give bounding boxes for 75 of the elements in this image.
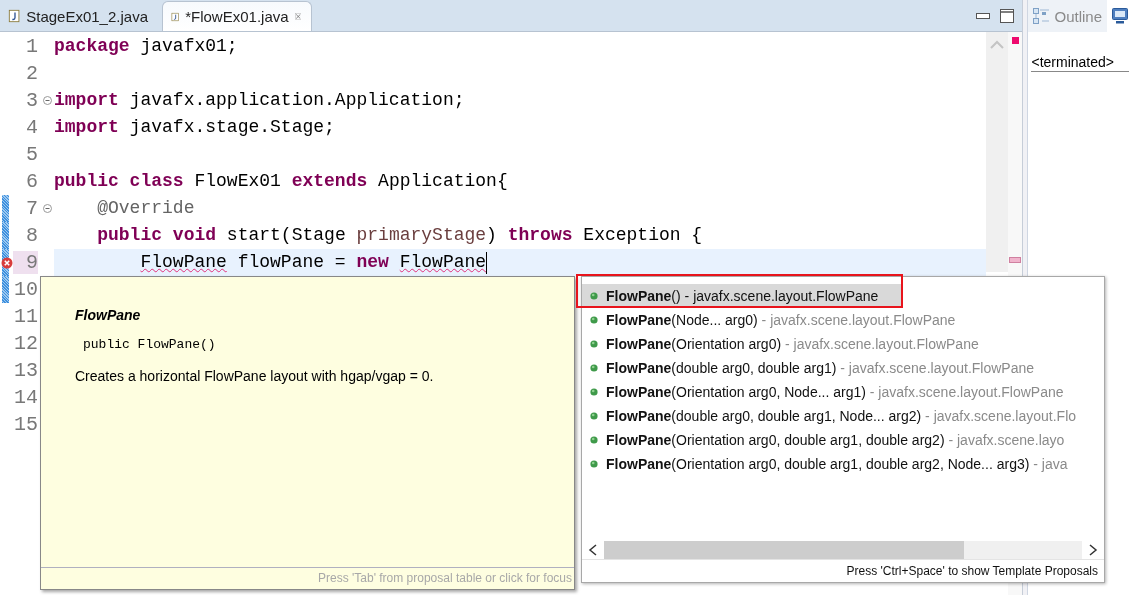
method-icon (590, 364, 598, 372)
code-text: primaryStage (356, 224, 487, 247)
fold-icon[interactable] (42, 96, 52, 105)
editor-tab[interactable]: *FlowEx01.java (162, 1, 312, 31)
line-number: 9 (13, 251, 38, 274)
line-number: 11 (13, 305, 38, 328)
line-number: 12 (13, 332, 38, 355)
proposal-item[interactable]: FlowPane(Node... arg0) - javafx.scene.layout.FlowPane (582, 308, 1104, 332)
line-number: 5 (25, 143, 38, 166)
code-text: public class (54, 170, 184, 193)
code-text: javafx.application.Application; (129, 89, 465, 112)
proposal-item[interactable]: FlowPane(Orientation arg0, Node... arg1) - javafx.scene.layout.FlowPane (582, 380, 1104, 404)
popup-title: FlowPane (75, 307, 142, 323)
method-icon (590, 388, 598, 396)
scrollbar-thumb[interactable] (604, 541, 964, 559)
code-text: FlowPane (399, 251, 487, 274)
maximize-icon[interactable] (1000, 8, 1015, 23)
code-text: flowPane = (237, 251, 347, 274)
code-text: ) (486, 224, 498, 247)
editor-tab[interactable]: StageEx01_2.java (0, 1, 162, 31)
line-number: 3 (25, 89, 38, 112)
minimize-icon[interactable] (976, 11, 991, 20)
proposal-item[interactable]: FlowPane(double arg0, double arg1, Node... arg2) - javafx.scene.layout.Flo (582, 404, 1104, 428)
code-text: javafx.stage.Stage; (129, 116, 335, 139)
line-number: 2 (25, 62, 38, 85)
console-status: <terminated> (1031, 54, 1129, 72)
code-text: Application{ (378, 170, 508, 193)
code-text: extends (291, 170, 368, 193)
popup-hint: Press 'Tab' from proposal table or click for focus (41, 567, 574, 589)
line-number: 14 (13, 386, 38, 409)
error-marker[interactable] (1009, 257, 1022, 263)
code-text: FlowEx01 (194, 170, 282, 193)
method-signature: public FlowPane() (83, 337, 217, 352)
line-number: 15 (13, 413, 38, 436)
code-text: public void (97, 224, 217, 247)
monitor-icon (1112, 8, 1128, 24)
code-text: @Override (97, 197, 195, 220)
code-text: import (54, 89, 119, 112)
java-file-icon (8, 9, 21, 23)
error-indicator (1011, 37, 1019, 44)
code-text: import (54, 116, 119, 139)
popup-hint: Press 'Ctrl+Space' to show Template Proposals (582, 559, 1104, 582)
method-description: Creates a horizontal FlowPane layout with hgap/vgap = 0. (75, 368, 435, 384)
scroll-right-icon[interactable] (1088, 544, 1098, 556)
code-text: javafx01; (140, 35, 238, 58)
line-number: 8 (25, 224, 38, 247)
code-text: package (54, 35, 130, 58)
method-icon (590, 340, 598, 348)
text-cursor (486, 251, 488, 274)
method-icon (590, 460, 598, 468)
proposal-item[interactable]: FlowPane(double arg0, double arg1) - javafx.scene.layout.FlowPane (582, 356, 1104, 380)
code-text: FlowPane (140, 251, 227, 274)
horizontal-scrollbar[interactable] (582, 541, 1104, 559)
line-number: 6 (25, 170, 38, 193)
panel-tab[interactable] (1107, 0, 1133, 32)
method-icon (590, 292, 598, 300)
proposal-item[interactable]: FlowPane(Orientation arg0, double arg1, double arg2) - javafx.scene.layo (582, 428, 1104, 452)
line-number: 7 (25, 197, 38, 220)
code-text: throws (507, 224, 573, 247)
code-text: start(Stage (226, 224, 347, 247)
outline-icon (1033, 8, 1050, 24)
line-number: 4 (25, 116, 38, 139)
code-text: Exception { (583, 224, 703, 247)
method-icon (590, 436, 598, 444)
method-icon (590, 412, 598, 420)
fold-icon[interactable] (42, 204, 52, 213)
line-number: 13 (13, 359, 38, 382)
line-number: 1 (25, 35, 38, 58)
line-number: 10 (13, 278, 38, 301)
code-text: new (356, 251, 390, 274)
proposal-item[interactable]: FlowPane(Orientation arg0) - javafx.scene.layout.FlowPane (582, 332, 1104, 356)
scroll-left-icon[interactable] (588, 544, 598, 556)
method-icon (590, 316, 598, 324)
proposal-item[interactable]: FlowPane(Orientation arg0, double arg1, double arg2, Node... arg3) - java (582, 452, 1104, 476)
proposal-item[interactable]: FlowPane() - javafx.scene.layout.FlowPane (582, 284, 902, 308)
